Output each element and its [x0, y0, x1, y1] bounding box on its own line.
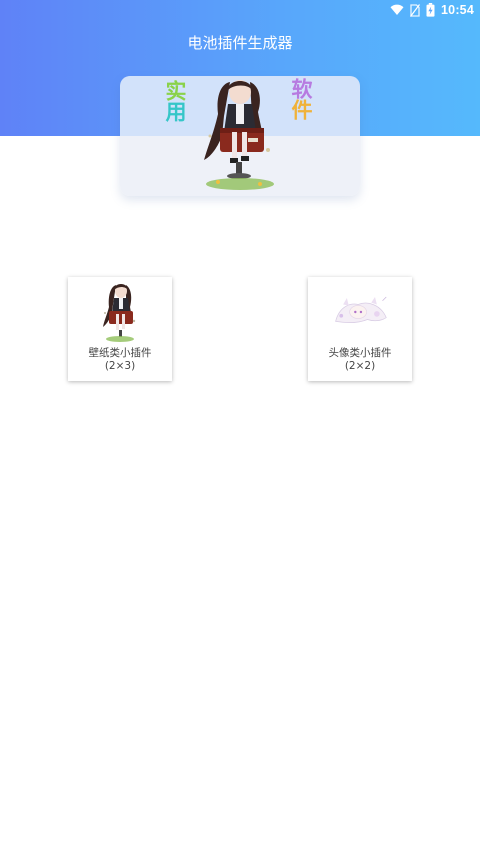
wallpaper-thumbnail	[90, 281, 150, 343]
avatar-widget-card[interactable]: 头像类小插件 (2×2)	[308, 277, 412, 381]
widget-size: (2×3)	[104, 360, 136, 372]
wifi-icon	[390, 4, 404, 16]
status-time: 10:54	[441, 3, 474, 17]
widget-label: 头像类小插件	[328, 347, 392, 359]
banner-char: 件	[289, 99, 314, 120]
widget-size: (2×2)	[344, 360, 376, 372]
banner-char: 用	[163, 101, 188, 122]
page-title: 电池插件生成器	[187, 34, 293, 52]
avatar-thumbnail	[330, 281, 390, 343]
anime-girl-illustration	[198, 76, 282, 196]
status-bar: 10:54	[0, 0, 480, 20]
widget-label: 壁纸类小插件	[88, 347, 152, 359]
banner-char: 实	[163, 80, 188, 101]
no-sim-icon	[410, 3, 420, 17]
banner-left-text: 实用	[162, 80, 188, 122]
battery-charging-icon	[426, 3, 435, 17]
banner-image[interactable]: 实用 软件	[120, 76, 360, 196]
banner-right-text: 软件	[288, 78, 314, 120]
wallpaper-widget-card[interactable]: 壁纸类小插件 (2×3)	[68, 277, 172, 381]
banner-char: 软	[289, 78, 314, 99]
